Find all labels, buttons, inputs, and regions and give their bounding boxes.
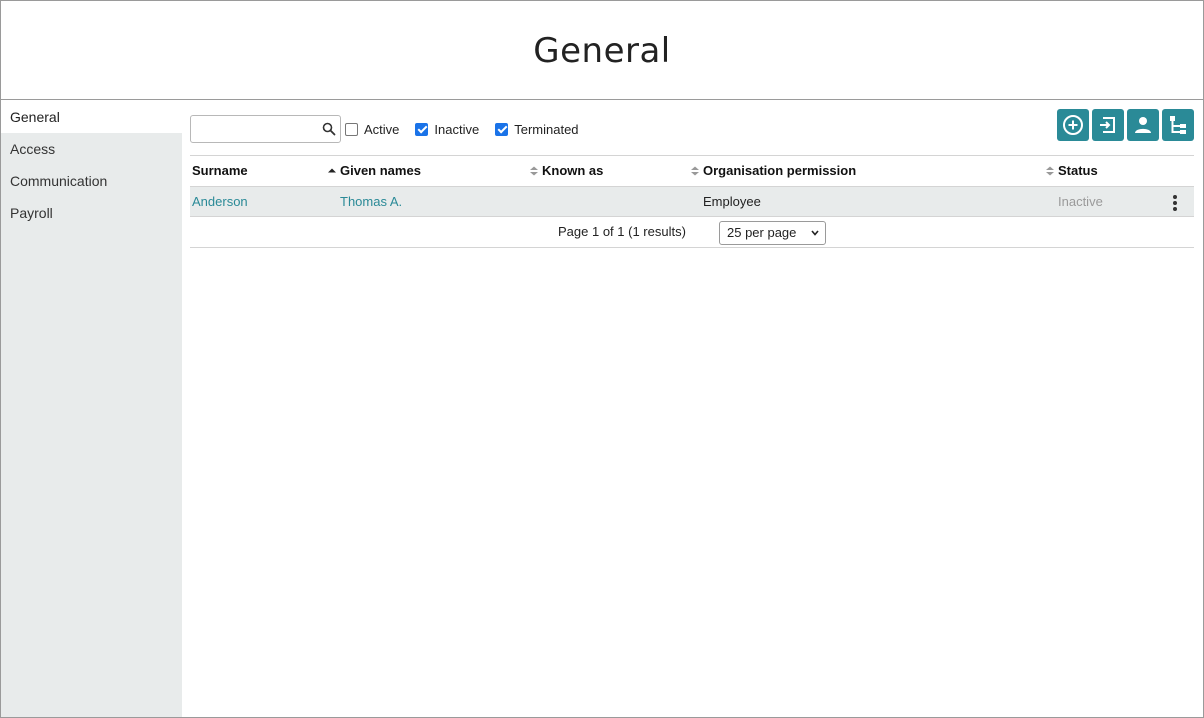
filter-terminated[interactable]: Terminated [495, 121, 579, 137]
more-options-icon[interactable] [1172, 194, 1178, 212]
person-icon [1135, 117, 1151, 133]
col-organisation-permission[interactable]: Organisation permission [703, 156, 856, 186]
per-page-value: 25 per page [727, 225, 797, 240]
main-content: Active Inactive Terminated Surname Given… [190, 101, 1194, 717]
col-known-as[interactable]: Known as [542, 156, 603, 186]
cell-permission: Employee [703, 194, 761, 209]
filter-inactive[interactable]: Inactive [415, 122, 479, 137]
col-surname[interactable]: Surname [192, 156, 248, 186]
sort-icon[interactable] [530, 166, 538, 176]
cell-given-names[interactable]: Thomas A. [340, 187, 402, 217]
page-title: General [533, 31, 671, 71]
sort-asc-icon[interactable] [328, 166, 336, 176]
cell-surname[interactable]: Anderson [192, 187, 248, 217]
sidebar-item-payroll[interactable]: Payroll [1, 197, 182, 229]
hierarchy-button[interactable] [1162, 109, 1194, 141]
active-checkbox[interactable] [345, 122, 358, 136]
terminated-checkbox[interactable] [495, 122, 509, 136]
sidebar-item-general[interactable]: General [1, 101, 182, 133]
pagination-info: Page 1 of 1 (1 results) [558, 224, 686, 239]
inactive-checkbox[interactable] [415, 122, 429, 136]
toolbar: Active Inactive Terminated [190, 109, 1194, 145]
add-button[interactable] [1057, 109, 1089, 141]
col-given-names[interactable]: Given names [340, 156, 421, 186]
filter-active[interactable]: Active [345, 122, 399, 137]
page-header: General [1, 1, 1203, 100]
sidebar: General Access Communication Payroll [1, 101, 182, 717]
filter-inactive-label: Inactive [434, 121, 480, 137]
sort-icon[interactable] [1046, 166, 1054, 176]
table-header: Surname Given names Known as Organisatio… [190, 155, 1194, 186]
cell-status: Inactive [1058, 194, 1103, 209]
search-box [190, 115, 341, 143]
sort-icon[interactable] [691, 166, 699, 176]
search-icon[interactable] [322, 122, 336, 136]
import-icon [1100, 117, 1115, 133]
import-button[interactable] [1092, 109, 1124, 141]
add-circle-icon [1063, 115, 1083, 135]
per-page-select[interactable]: 25 per page [719, 221, 826, 245]
hierarchy-icon [1170, 116, 1186, 134]
sidebar-item-access[interactable]: Access [1, 133, 182, 165]
col-status[interactable]: Status [1058, 156, 1098, 186]
chevron-down-icon [811, 230, 819, 236]
user-button[interactable] [1127, 109, 1159, 141]
filter-active-label: Active [364, 121, 400, 137]
table-row[interactable]: Anderson Thomas A. Employee Inactive [190, 186, 1194, 217]
pagination: Page 1 of 1 (1 results) 25 per page [190, 217, 1194, 248]
filter-terminated-label: Terminated [514, 121, 579, 137]
search-input[interactable] [195, 119, 319, 139]
people-table: Surname Given names Known as Organisatio… [190, 155, 1194, 248]
action-buttons [1054, 109, 1194, 141]
sidebar-item-communication[interactable]: Communication [1, 165, 182, 197]
status-filters: Active Inactive Terminated [345, 115, 595, 143]
